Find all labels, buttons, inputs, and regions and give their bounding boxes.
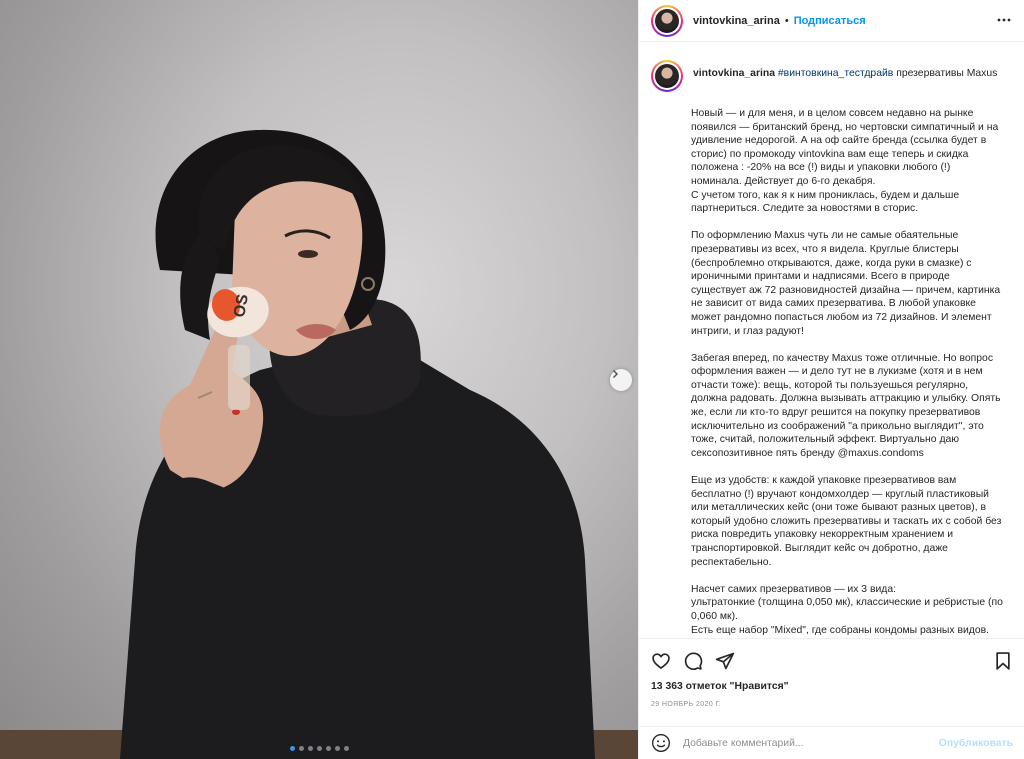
follow-button[interactable]: Подписаться (794, 15, 866, 27)
caption-paragraph: Насчет самих презервативов — их 3 вида: … (691, 583, 1013, 637)
comment-form: Опубликовать (639, 726, 1024, 759)
header-username[interactable]: vintovkina_arina (693, 15, 780, 27)
heart-icon[interactable] (651, 651, 671, 671)
more-horizontal-icon[interactable] (996, 12, 1012, 33)
caption-line: не зависит от вида самих презерватива. В… (691, 298, 976, 310)
caption-line: может рандомно попасться любом из 72 диз… (691, 311, 992, 323)
caption-line: респектабельно. (691, 556, 772, 568)
caption-line: бесплатно (!) вручают кондомхолдер — кру… (691, 488, 989, 500)
caption-username[interactable]: vintovkina_arina (693, 68, 775, 79)
caption-line: сексопозитивное пять бренду @maxus.condo… (691, 447, 1013, 461)
caption-line: тоже, считай, положительный эффект. Вирт… (691, 434, 960, 446)
caption-line: С учетом того, как я к ним прониклась, б… (691, 189, 960, 201)
caption-line: ироничными принтами и надписями. Всего в… (691, 271, 950, 283)
carousel-dots (0, 746, 638, 751)
carousel-dot[interactable] (325, 746, 331, 751)
avatar[interactable] (651, 4, 683, 37)
caption-paragraph: По оформлению Maxus чуть ли не самые оба… (691, 229, 1013, 338)
header-separator: • (784, 14, 789, 27)
caption-line: презервативы из всех, что я видела. Круг… (691, 243, 959, 255)
carousel-dot[interactable] (316, 746, 322, 751)
post-sidebar: vintovkina_arina • Подписаться vintovkin… (638, 0, 1024, 759)
caption-line: Есть еще набор "Mixed", где собраны конд… (691, 624, 990, 636)
post-actions (639, 638, 1024, 682)
carousel-dot[interactable] (334, 746, 340, 751)
caption-line-text: сексопозитивное пять бренду (691, 447, 838, 459)
caption-avatar[interactable] (651, 60, 683, 92)
carousel-dot[interactable] (289, 746, 295, 751)
caption-area[interactable]: vintovkina_arina #винтовкина_тестдрайв п… (639, 42, 1024, 638)
caption-mention[interactable]: @maxus.condoms (838, 448, 924, 459)
caption-paragraph: Новый — и для меня, и в целом совсем нед… (691, 107, 1013, 216)
caption-line: исключительно из соображений "а прикольн… (691, 420, 984, 432)
caption-line: же, если ли кто-то вдруг решится на поку… (691, 407, 981, 419)
caption-title: презервативы Maxus (893, 68, 998, 79)
caption-line: номинала. Действует до 6-го декабря. (691, 175, 876, 187)
caption-line: который удобно сложить презервативы и та… (691, 515, 1002, 527)
caption-line: или металлических кейс (они тоже бывают … (691, 502, 987, 514)
post-media[interactable]: OS (0, 0, 638, 759)
caption-line: 0,060 мк). (691, 610, 738, 622)
caption-line: Забегая вперед, по качеству Maxus тоже о… (691, 352, 994, 364)
share-icon[interactable] (715, 651, 735, 671)
caption-line: Новый — и для меня, и в целом совсем нед… (691, 108, 974, 119)
caption-line: риска повредить упаковку некорректным хр… (691, 529, 954, 541)
publish-button[interactable]: Опубликовать (939, 738, 1013, 749)
caption-line: Насчет самих презервативов — их 3 вида: (691, 583, 897, 595)
post-date: 29 НОЯБРЬ 2020 Г. (651, 701, 722, 708)
caption-line: сторис) по промокоду vintovkina вам еще … (691, 148, 969, 160)
caption-line: По оформлению Maxus чуть ли не самые оба… (691, 230, 959, 242)
caption-line: отчасти тоже): вещь, которой ты пользуеш… (691, 379, 969, 391)
caption-paragraph: Забегая вперед, по качеству Maxus тоже о… (691, 352, 1013, 461)
caption-line: интриги, и глаз радуют! (691, 325, 804, 337)
carousel-next-button[interactable] (610, 369, 632, 391)
carousel-dot[interactable] (307, 746, 313, 751)
caption-line: транспортировкой. Выглядит кейс оч добро… (691, 543, 948, 554)
carousel-dot[interactable] (298, 746, 304, 751)
caption-line: ультратонкие (толщина 0,050 мк), классич… (691, 597, 1003, 609)
bookmark-icon[interactable] (993, 651, 1013, 671)
caption-line: должна радовать. Должна вызывать аттракц… (691, 393, 1001, 405)
caption-line: существует аж 72 разновидностей дизайна … (691, 284, 1001, 296)
caption-line: партнериться. Следите за новостями в сто… (691, 203, 919, 215)
caption-hashtag[interactable]: #винтовкина_тестдрайв (778, 68, 893, 79)
carousel-dot[interactable] (343, 746, 349, 751)
post-header: vintovkina_arina • Подписаться (639, 0, 1024, 42)
caption-paragraph: Еще из удобств: к каждой упаковке презер… (691, 474, 1013, 569)
caption-line: положена : -20% на все (!) виды и упаков… (691, 162, 951, 174)
comment-icon[interactable] (683, 651, 703, 671)
emoji-icon[interactable] (651, 733, 671, 753)
caption-line: появился — британский бренд, но чертовск… (691, 121, 999, 133)
chevron-right-icon (612, 369, 619, 379)
likes-count[interactable]: 13 363 отметок "Нравится" (651, 681, 789, 692)
post-photo: OS (0, 129, 638, 759)
caption-line: (беспроблемно открываются, даже, когда р… (691, 257, 972, 269)
caption-line: Еще из удобств: к каждой упаковке презер… (691, 475, 957, 487)
caption-line: удивление недорогой. А на оф сайте бренд… (691, 135, 987, 147)
caption-line: оформления важен — и дело тут не в лукиз… (691, 366, 983, 378)
caption-header: vintovkina_arina #винтовкина_тестдрайв п… (651, 59, 1013, 92)
caption-text: Новый — и для меня, и в целом совсем нед… (691, 107, 1013, 637)
comment-input[interactable] (683, 737, 939, 749)
